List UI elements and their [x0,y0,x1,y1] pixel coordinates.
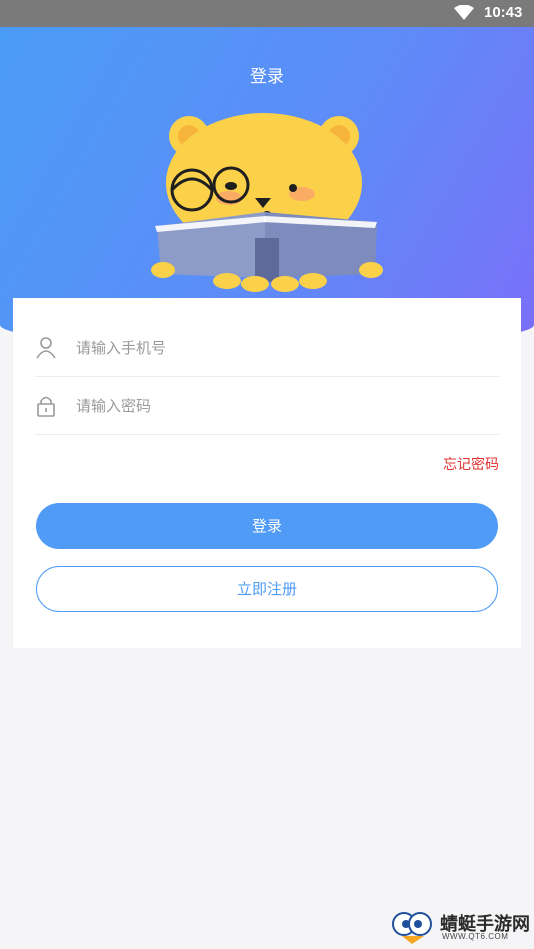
watermark-url: WWW.QT6.COM [442,932,509,941]
password-field[interactable]: 请输入密码 [35,378,499,435]
page-title: 登录 [250,67,284,87]
forgot-password-link[interactable]: 忘记密码 [443,454,499,474]
watermark-logo [392,912,432,944]
phone-placeholder: 请输入手机号 [76,339,167,357]
login-card: 请输入手机号 请输入密码 忘记密码 登录 立即注册 [13,298,521,648]
password-placeholder: 请输入密码 [76,397,152,415]
wifi-icon [454,5,474,20]
phone-field[interactable]: 请输入手机号 [35,320,499,377]
login-button[interactable]: 登录 [36,503,498,549]
bear-mascot-illustration [151,113,383,292]
status-bar: 10:43 [0,0,534,27]
lock-icon [37,396,55,417]
watermark: 蜻蜓手游网 WWW.QT6.COM [390,908,530,946]
register-button[interactable]: 立即注册 [36,566,498,612]
status-time: 10:43 [484,4,523,21]
user-icon [36,337,56,359]
